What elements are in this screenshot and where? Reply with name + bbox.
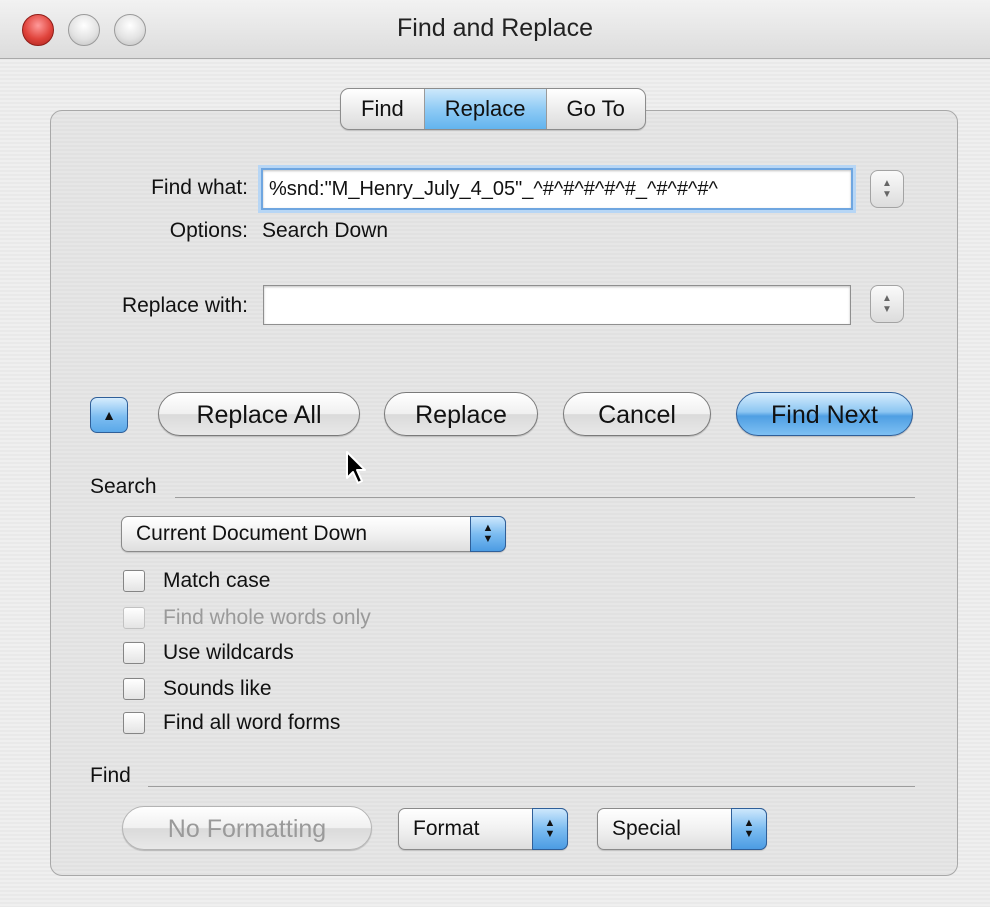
sounds-like-checkbox[interactable]: Sounds like: [123, 677, 272, 701]
replace-with-input[interactable]: [263, 285, 851, 325]
tab-go-to[interactable]: Go To: [547, 89, 645, 129]
popup-arrows-icon: ▲ ▼: [470, 516, 506, 552]
checkbox-box[interactable]: [123, 712, 145, 734]
find-history-stepper[interactable]: ▲ ▼: [870, 170, 904, 208]
use-wildcards-checkbox[interactable]: Use wildcards: [123, 641, 294, 665]
find-replace-window: Find and Replace Find Replace Go To Find…: [0, 0, 990, 907]
mouse-pointer-icon: [346, 451, 366, 484]
search-section-title: Search: [90, 475, 157, 498]
checkbox-label: Find all word forms: [163, 711, 341, 734]
checkbox-box[interactable]: [123, 570, 145, 592]
replace-all-button[interactable]: Replace All: [158, 392, 360, 436]
special-popup[interactable]: Special ▲ ▼: [597, 808, 767, 850]
search-scope-value: Current Document Down: [136, 522, 368, 545]
popup-arrows-icon: ▲ ▼: [532, 808, 568, 850]
replace-history-stepper[interactable]: ▲ ▼: [870, 285, 904, 323]
find-section-title: Find: [90, 764, 131, 787]
tab-bar: Find Replace Go To: [340, 88, 646, 130]
title-bar[interactable]: Find and Replace: [0, 0, 990, 59]
match-case-checkbox[interactable]: Match case: [123, 569, 270, 593]
options-label: Options:: [169, 219, 248, 242]
window-title: Find and Replace: [397, 14, 593, 42]
find-what-label: Find what:: [151, 176, 248, 199]
chevron-up-icon: ▲: [882, 178, 892, 189]
checkbox-box[interactable]: [123, 642, 145, 664]
replace-with-label: Replace with:: [121, 294, 248, 317]
find-divider: [148, 786, 915, 787]
format-popup-label: Format: [413, 817, 480, 840]
checkbox-label: Find whole words only: [163, 606, 371, 629]
collapse-options-button[interactable]: ▲: [90, 397, 128, 433]
chevron-up-icon: ▲: [882, 293, 892, 304]
checkbox-label: Use wildcards: [163, 641, 294, 664]
search-divider: [175, 497, 915, 498]
popup-arrows-icon: ▲ ▼: [731, 808, 767, 850]
checkbox-label: Match case: [163, 569, 271, 592]
find-all-word-forms-checkbox[interactable]: Find all word forms: [123, 711, 340, 735]
format-popup[interactable]: Format ▲ ▼: [398, 808, 568, 850]
no-formatting-button: No Formatting: [122, 806, 372, 850]
checkbox-box[interactable]: [123, 678, 145, 700]
checkbox-box: [123, 607, 145, 629]
find-whole-words-checkbox: Find whole words only: [123, 606, 371, 630]
triangle-up-icon: ▲: [102, 407, 116, 423]
chevron-down-icon: ▼: [882, 189, 892, 200]
find-what-input[interactable]: %snd:"M_Henry_July_4_05"_^#^#^#^#^#_^#^#…: [261, 168, 853, 210]
chevron-down-icon: ▼: [882, 304, 892, 315]
tab-find[interactable]: Find: [341, 89, 425, 129]
cancel-button[interactable]: Cancel: [563, 392, 711, 436]
tab-replace[interactable]: Replace: [424, 89, 547, 129]
checkbox-label: Sounds like: [163, 677, 272, 700]
options-value: Search Down: [262, 219, 389, 242]
search-scope-popup[interactable]: Current Document Down ▲ ▼: [121, 516, 506, 552]
find-next-button[interactable]: Find Next: [736, 392, 913, 436]
special-popup-label: Special: [612, 817, 681, 840]
replace-button[interactable]: Replace: [384, 392, 538, 436]
